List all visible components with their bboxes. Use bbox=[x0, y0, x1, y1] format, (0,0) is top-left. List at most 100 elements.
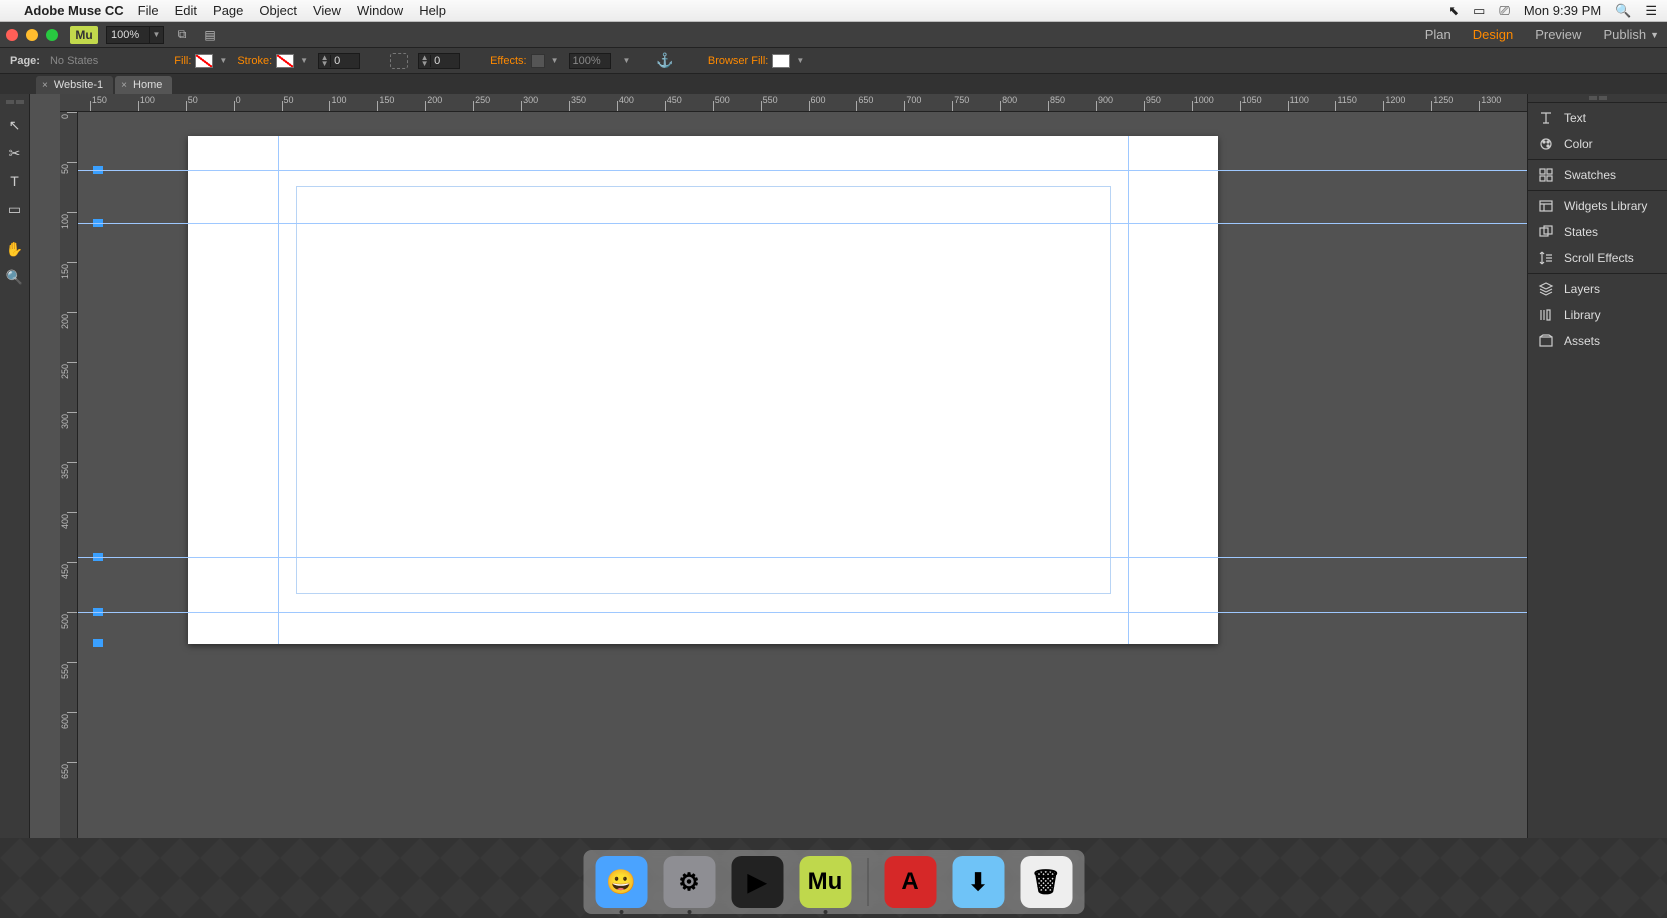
menu-object[interactable]: Object bbox=[259, 3, 297, 18]
close-icon[interactable]: × bbox=[121, 80, 127, 91]
page-canvas[interactable] bbox=[188, 136, 1218, 644]
corner-radius[interactable]: ▲▼ bbox=[418, 53, 460, 69]
ruler-tick: 1000 bbox=[1192, 94, 1240, 111]
menu-window[interactable]: Window bbox=[357, 3, 403, 18]
display-icon[interactable]: ▭ bbox=[1473, 3, 1485, 19]
panel-widgets-library[interactable]: Widgets Library bbox=[1528, 193, 1667, 219]
panel-label: Widgets Library bbox=[1564, 199, 1647, 213]
fill-dropdown-icon[interactable]: ▼ bbox=[219, 56, 227, 65]
close-icon[interactable]: × bbox=[42, 80, 48, 91]
new-page-icon[interactable]: ⧉ bbox=[172, 26, 192, 44]
dock-evernote[interactable]: ▶ bbox=[731, 856, 783, 908]
guide-line[interactable] bbox=[78, 557, 1527, 558]
content-frame[interactable] bbox=[296, 186, 1111, 594]
selection-tool[interactable]: ↖ bbox=[4, 114, 26, 136]
panel-color[interactable]: Color bbox=[1528, 131, 1667, 157]
effects-dropdown-icon[interactable]: ▼ bbox=[551, 56, 559, 65]
panel-swatches[interactable]: Swatches bbox=[1528, 162, 1667, 188]
mode-plan[interactable]: Plan bbox=[1425, 27, 1451, 42]
ruler-tick: 650 bbox=[60, 762, 77, 812]
crop-tool[interactable]: ✂ bbox=[4, 142, 26, 164]
panel-layers[interactable]: Layers bbox=[1528, 276, 1667, 302]
page-width-icon[interactable]: ▤ bbox=[200, 26, 220, 44]
stroke-swatch[interactable] bbox=[276, 54, 294, 68]
corner-radius-icon[interactable] bbox=[390, 53, 408, 69]
ruler-tick: 50 bbox=[186, 94, 234, 111]
menu-view[interactable]: View bbox=[313, 3, 341, 18]
menu-edit[interactable]: Edit bbox=[175, 3, 197, 18]
tab-website[interactable]: × Website-1 bbox=[36, 76, 113, 94]
dock-downloads[interactable]: ⬇ bbox=[952, 856, 1004, 908]
hand-tool[interactable]: ✋ bbox=[4, 238, 26, 260]
zoom-input[interactable] bbox=[107, 29, 149, 41]
zoom-field[interactable]: ▼ bbox=[106, 26, 164, 44]
corner-radius-input[interactable] bbox=[431, 55, 459, 67]
menu-page[interactable]: Page bbox=[213, 3, 243, 18]
minimize-button[interactable] bbox=[26, 29, 38, 41]
guide-line[interactable] bbox=[78, 612, 1527, 613]
panel-library[interactable]: Library bbox=[1528, 302, 1667, 328]
opacity-field[interactable]: 100% bbox=[569, 53, 611, 69]
panel-text[interactable]: Text bbox=[1528, 105, 1667, 131]
stroke-dropdown-icon[interactable]: ▼ bbox=[300, 56, 308, 65]
canvas[interactable] bbox=[78, 112, 1527, 906]
guide-line[interactable] bbox=[78, 223, 1527, 224]
window-controls bbox=[6, 29, 58, 41]
zoom-button[interactable] bbox=[46, 29, 58, 41]
stepper-icon[interactable]: ▲▼ bbox=[319, 55, 331, 67]
anchor-icon[interactable]: ⚓ bbox=[656, 52, 673, 69]
clock[interactable]: Mon 9:39 PM bbox=[1524, 3, 1601, 18]
menubar-list-icon[interactable]: ☰ bbox=[1645, 3, 1657, 19]
opacity-dropdown-icon[interactable]: ▼ bbox=[623, 56, 631, 65]
guide-line[interactable] bbox=[78, 170, 1527, 171]
guide-line[interactable] bbox=[278, 136, 279, 644]
vertical-ruler[interactable]: 050100150200250300350400450500550600650 bbox=[60, 112, 78, 906]
fill-swatch[interactable] bbox=[195, 54, 213, 68]
dock-muse[interactable]: Mu bbox=[799, 856, 851, 908]
browser-fill-dropdown-icon[interactable]: ▼ bbox=[796, 56, 804, 65]
guide-handle[interactable] bbox=[93, 639, 103, 647]
ruler-tick: 650 bbox=[856, 94, 904, 111]
dock-finder[interactable]: 😀 bbox=[595, 856, 647, 908]
guide-line[interactable] bbox=[1128, 136, 1129, 644]
browser-fill-swatch[interactable] bbox=[772, 54, 790, 68]
text-icon bbox=[1538, 110, 1554, 126]
airplay-icon[interactable]: ⎚ bbox=[1499, 3, 1509, 19]
mode-publish[interactable]: Publish ▼ bbox=[1603, 27, 1659, 42]
text-tool[interactable]: T bbox=[4, 170, 26, 192]
panel-scroll-effects[interactable]: Scroll Effects bbox=[1528, 245, 1667, 271]
stroke-weight[interactable]: ▲▼ bbox=[318, 53, 360, 69]
zoom-tool[interactable]: 🔍 bbox=[4, 266, 26, 288]
rectangle-tool[interactable]: ▭ bbox=[4, 198, 26, 220]
stepper-icon[interactable]: ▲▼ bbox=[419, 55, 431, 67]
panel-states[interactable]: States bbox=[1528, 219, 1667, 245]
effects-swatch[interactable] bbox=[531, 54, 545, 68]
panel-handle[interactable] bbox=[1528, 94, 1667, 102]
horizontal-ruler[interactable]: 2001501005005010015020025030035040045050… bbox=[60, 94, 1527, 112]
ruler-tick: 100 bbox=[60, 212, 77, 262]
panel-handle[interactable] bbox=[0, 100, 29, 106]
cursor-icon[interactable]: ⬉ bbox=[1448, 3, 1459, 19]
menu-file[interactable]: File bbox=[138, 3, 159, 18]
mode-design[interactable]: Design bbox=[1473, 27, 1513, 42]
dock-adobe[interactable]: A bbox=[884, 856, 936, 908]
spotlight-icon[interactable]: 🔍 bbox=[1615, 3, 1631, 19]
titlebar: Mu ▼ ⧉ ▤ Plan Design Preview Publish ▼ bbox=[0, 22, 1667, 48]
dock-settings[interactable]: ⚙ bbox=[663, 856, 715, 908]
tab-home[interactable]: × Home bbox=[115, 76, 172, 94]
ruler-tick: 550 bbox=[761, 94, 809, 111]
panel-assets[interactable]: Assets bbox=[1528, 328, 1667, 354]
document-tabs: × Website-1 × Home bbox=[0, 74, 1667, 94]
mode-preview[interactable]: Preview bbox=[1535, 27, 1581, 42]
dock-trash[interactable]: 🗑 bbox=[1020, 856, 1072, 908]
layers-icon bbox=[1538, 281, 1554, 297]
close-button[interactable] bbox=[6, 29, 18, 41]
stroke-weight-input[interactable] bbox=[331, 55, 359, 67]
app-name[interactable]: Adobe Muse CC bbox=[24, 3, 124, 18]
states-selector[interactable]: No States bbox=[50, 55, 98, 67]
running-indicator-icon bbox=[687, 910, 691, 914]
ruler-tick: 250 bbox=[60, 362, 77, 412]
menu-help[interactable]: Help bbox=[419, 3, 446, 18]
ruler-tick: 900 bbox=[1096, 94, 1144, 111]
zoom-dropdown-icon[interactable]: ▼ bbox=[149, 27, 163, 43]
